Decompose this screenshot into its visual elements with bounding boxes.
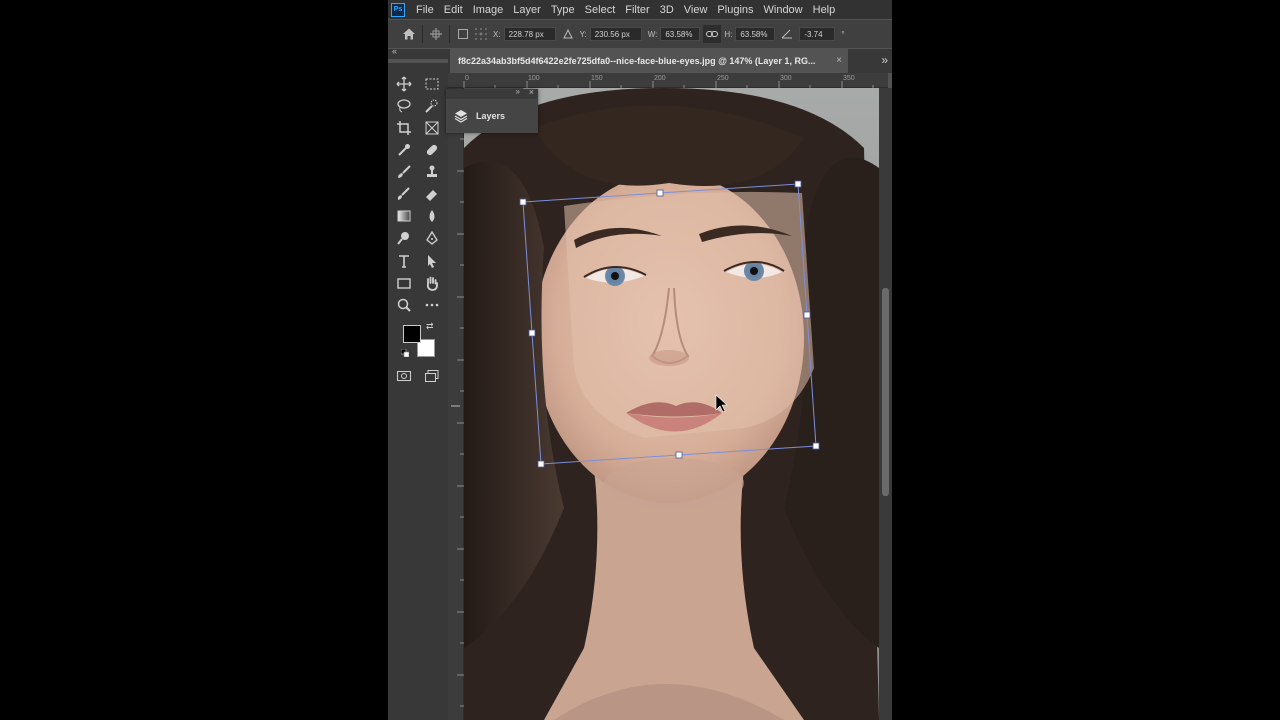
rotate-angle-icon xyxy=(778,25,796,43)
more-icon[interactable] xyxy=(421,295,443,315)
portrait-photo[interactable] xyxy=(464,88,879,720)
ruler-ticks xyxy=(451,107,464,707)
eyedropper-icon[interactable] xyxy=(393,140,415,160)
hand-icon[interactable] xyxy=(421,273,443,293)
width-input[interactable]: 63.58% xyxy=(660,27,701,41)
rect-marquee-icon[interactable] xyxy=(421,74,443,94)
link-icon[interactable] xyxy=(703,25,722,43)
rotation-input[interactable]: -3.74 xyxy=(799,27,836,41)
home-icon[interactable] xyxy=(400,25,418,43)
menu-bar: Ps File Edit Image Layer Type Select Fil… xyxy=(388,0,892,19)
menu-layer[interactable]: Layer xyxy=(508,4,546,16)
menu-filter[interactable]: Filter xyxy=(620,4,654,16)
document-tab-title: f8c22a34ab3bf5d4f6422e2fe725dfa0--nice-f… xyxy=(458,56,816,66)
layers-tab[interactable]: Layers xyxy=(446,99,538,133)
delta-icon[interactable] xyxy=(559,25,577,43)
history-brush-icon[interactable] xyxy=(393,184,415,204)
menu-view[interactable]: View xyxy=(679,4,713,16)
menu-image[interactable]: Image xyxy=(468,4,509,16)
layers-panel: » × Layers xyxy=(446,87,538,133)
scrollbar-thumb[interactable] xyxy=(882,288,889,496)
expand-panels-icon[interactable]: » xyxy=(881,53,888,67)
close-icon[interactable]: × xyxy=(836,55,842,66)
ruler-label: 150 xyxy=(591,75,603,82)
menu-window[interactable]: Window xyxy=(759,4,808,16)
vertical-ruler xyxy=(448,88,464,720)
quick-selection-icon[interactable] xyxy=(421,96,443,116)
layers-icon xyxy=(454,110,468,123)
type-icon[interactable] xyxy=(393,251,415,271)
layers-tab-label: Layers xyxy=(476,111,506,121)
degree-unit: ° xyxy=(841,29,845,39)
swap-colors-icon[interactable]: ⇄ xyxy=(426,321,434,332)
collapse-panel-icon[interactable]: » xyxy=(516,87,520,96)
menu-file[interactable]: File xyxy=(411,4,439,16)
eraser-icon[interactable] xyxy=(421,184,443,204)
healing-brush-icon[interactable] xyxy=(421,140,443,160)
collapse-arrows-icon[interactable]: « xyxy=(392,46,397,56)
path-selection-icon[interactable] xyxy=(421,251,443,271)
menu-plugins[interactable]: Plugins xyxy=(712,4,758,16)
quick-mask-icon[interactable] xyxy=(393,366,415,386)
separator xyxy=(422,25,423,43)
foreground-color-swatch[interactable] xyxy=(403,325,421,343)
ruler-label: 200 xyxy=(654,75,666,82)
brush-icon[interactable] xyxy=(393,162,415,182)
rectangle-icon[interactable] xyxy=(393,273,415,293)
h-label: H: xyxy=(724,29,733,39)
tools-panel: ⇄ xyxy=(388,63,448,720)
y-position-input[interactable]: 230.56 px xyxy=(589,27,642,41)
separator xyxy=(449,25,450,43)
gradient-icon[interactable] xyxy=(393,206,415,226)
ruler-label: 0 xyxy=(465,75,469,82)
default-colors-icon[interactable] xyxy=(401,349,409,357)
pen-icon[interactable] xyxy=(421,228,443,248)
blur-icon[interactable] xyxy=(421,206,443,226)
photoshop-logo[interactable]: Ps xyxy=(391,2,405,17)
reference-point-checkbox[interactable] xyxy=(454,25,472,43)
ruler-label: 350 xyxy=(843,75,855,82)
w-label: W: xyxy=(647,29,658,39)
photoshop-window: Ps File Edit Image Layer Type Select Fil… xyxy=(388,0,892,720)
zoom-icon[interactable] xyxy=(393,295,415,315)
move-icon[interactable] xyxy=(393,74,415,94)
ruler-label: 100 xyxy=(528,75,540,82)
menu-3d[interactable]: 3D xyxy=(655,4,679,16)
layers-panel-header[interactable]: » × xyxy=(446,87,538,99)
height-input[interactable]: 63.58% xyxy=(735,27,776,41)
frame-icon[interactable] xyxy=(421,118,443,138)
vertical-scrollbar[interactable] xyxy=(879,88,892,720)
menu-select[interactable]: Select xyxy=(580,4,621,16)
menu-edit[interactable]: Edit xyxy=(439,4,468,16)
screen-mode-icon[interactable] xyxy=(421,366,443,386)
document-canvas[interactable] xyxy=(464,88,879,720)
clone-stamp-icon[interactable] xyxy=(421,162,443,182)
ruler-ticks xyxy=(463,81,874,88)
transform-move-icon[interactable] xyxy=(427,25,445,43)
lasso-icon[interactable] xyxy=(393,96,415,116)
ruler-label: 250 xyxy=(717,75,729,82)
options-bar: X: 228.78 px Y: 230.56 px W: 63.58% H: 6… xyxy=(388,20,892,48)
x-position-input[interactable]: 228.78 px xyxy=(503,27,556,41)
document-tab-bar: f8c22a34ab3bf5d4f6422e2fe725dfa0--nice-f… xyxy=(448,49,892,73)
crop-icon[interactable] xyxy=(393,118,415,138)
reference-point-icon[interactable] xyxy=(472,25,490,43)
y-label: Y: xyxy=(579,29,587,39)
dodge-icon[interactable] xyxy=(393,228,415,248)
close-icon[interactable]: × xyxy=(529,87,534,97)
ruler-label: 300 xyxy=(780,75,792,82)
document-tab[interactable]: f8c22a34ab3bf5d4f6422e2fe725dfa0--nice-f… xyxy=(450,49,848,73)
horizontal-ruler: 0 100 150 200 250 300 350 xyxy=(448,73,888,88)
toolbar-collapse-strip[interactable]: « xyxy=(388,46,448,59)
menu-help[interactable]: Help xyxy=(808,4,841,16)
x-label: X: xyxy=(493,29,501,39)
menu-type[interactable]: Type xyxy=(546,4,580,16)
